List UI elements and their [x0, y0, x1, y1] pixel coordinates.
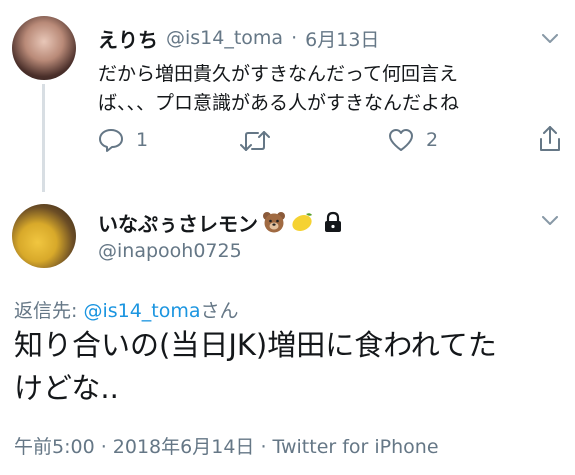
- share-button[interactable]: [538, 125, 562, 157]
- tweet-date[interactable]: 6月13日: [305, 25, 379, 52]
- reply-to-line: 返信先: @is14_tomaさん: [14, 296, 239, 323]
- avatar[interactable]: [12, 204, 76, 268]
- tweet-timestamp[interactable]: 午前5:00 · 2018年6月14日 · Twitter for iPhone: [14, 432, 439, 459]
- share-icon: [540, 126, 560, 151]
- retweet-icon: [240, 131, 270, 151]
- display-name[interactable]: えりち: [98, 24, 158, 53]
- tweet-text: 知り合いの(当日JK)増田に食われてた けどな..: [14, 324, 497, 410]
- chevron-down-icon[interactable]: [542, 34, 558, 44]
- reply-button[interactable]: 1: [98, 128, 148, 152]
- like-button[interactable]: 2: [388, 128, 438, 152]
- tweet-text: だから増田貴久がすきなんだって何回言え ば、、、プロ意識がある人がすきなんだよね: [98, 60, 459, 118]
- lock-icon: [325, 211, 341, 232]
- like-icon: [389, 129, 413, 151]
- tweet-text-line: けどな..: [14, 371, 119, 405]
- chevron-down-icon[interactable]: [542, 216, 558, 226]
- tweet-header: いなぷぅさレモン: [98, 208, 344, 236]
- reply-count: 1: [136, 129, 149, 151]
- tweet-text-line: だから増田貴久がすきなんだって何回言え: [98, 63, 459, 85]
- like-count: 2: [426, 129, 439, 151]
- tweet-text-line: ば、、、プロ意識がある人がすきなんだよね: [98, 92, 460, 114]
- tweet-header: えりち @is14_toma · 6月13日: [98, 24, 379, 52]
- reply-prefix: 返信先:: [14, 300, 84, 322]
- retweet-button[interactable]: [240, 130, 270, 156]
- display-name[interactable]: いなぷぅさレモン: [98, 208, 258, 237]
- reply-suffix: さん: [200, 300, 239, 322]
- reply-handle-link[interactable]: @is14_toma: [83, 300, 200, 322]
- avatar[interactable]: [12, 16, 76, 80]
- reply-icon: [99, 129, 123, 152]
- handle[interactable]: @inapooh0725: [98, 240, 242, 262]
- thread-line: [42, 84, 45, 192]
- handle[interactable]: @is14_toma: [166, 27, 283, 49]
- lemon-emoji-icon: [292, 213, 312, 232]
- separator: ·: [291, 27, 298, 49]
- tweet-text-line: 知り合いの(当日JK)増田に食われてた: [14, 328, 497, 362]
- bear-emoji-icon: [263, 212, 285, 233]
